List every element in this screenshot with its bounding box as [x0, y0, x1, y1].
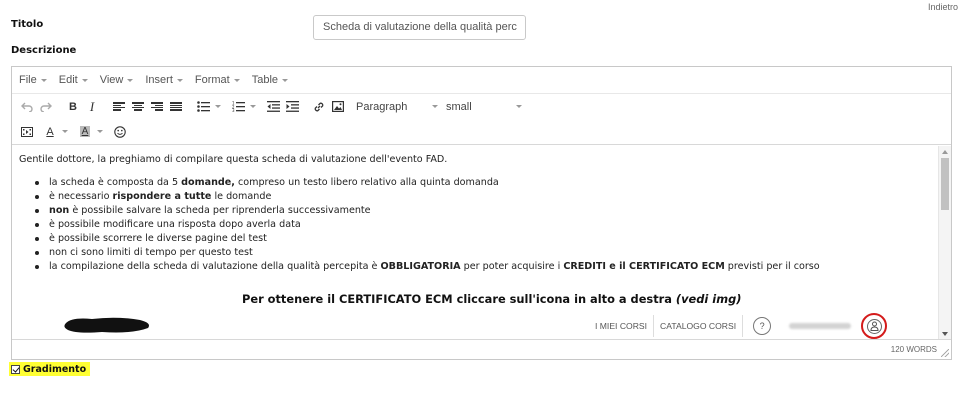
certificate-instruction: Per ottenere il CERTIFICATO ECM cliccare… [242, 292, 742, 306]
content-scrollbar[interactable] [938, 146, 951, 340]
block-format-value: Paragraph [356, 100, 408, 113]
list-item: la compilazione della scheda di valutazi… [35, 260, 820, 274]
list-item: non ci sono limiti di tempo per questo t… [35, 246, 820, 260]
help-icon: ? [753, 317, 772, 335]
list-item: è possibile scorrere le diverse pagine d… [35, 232, 820, 246]
menu-table[interactable]: Table [251, 74, 289, 86]
scroll-thumb[interactable] [941, 158, 949, 210]
image-nav-my-courses: I MIEI CORSI [589, 315, 655, 337]
bullet-list-dropdown[interactable] [194, 98, 225, 116]
font-size-value: small [446, 100, 472, 113]
menu-view-label: View [99, 74, 124, 86]
menu-file[interactable]: File [19, 74, 47, 86]
indent-icon[interactable] [283, 98, 301, 116]
image-nav-bar: I MIEI CORSI CATALOGO CORSI ? [589, 313, 888, 339]
intro-text: Gentile dottore, la preghiamo di compila… [19, 154, 448, 165]
embedded-screenshot-image: I MIEI CORSI CATALOGO CORSI ? [52, 311, 939, 340]
italic-icon[interactable]: I [83, 98, 101, 116]
media-icon[interactable] [18, 123, 36, 141]
text-color-dropdown[interactable]: A [41, 123, 72, 141]
list-item: non è possibile salvare la scheda per ri… [35, 204, 820, 218]
chevron-down-icon [250, 105, 256, 108]
scroll-up-icon[interactable] [942, 150, 948, 154]
editor-toolbar-secondary: A A [12, 119, 951, 145]
bullet-list-icon [194, 98, 212, 116]
title-input[interactable]: Scheda di valutazione della qualità perc [313, 15, 526, 40]
user-icon [866, 318, 882, 334]
gradimento-checkbox[interactable] [11, 364, 20, 374]
align-right-icon[interactable] [148, 98, 166, 116]
gradimento-label: Gradimento [23, 363, 87, 375]
redo-icon[interactable] [37, 98, 55, 116]
background-color-icon: A [79, 126, 91, 137]
redacted-logo [64, 317, 149, 333]
gradimento-checkbox-row[interactable]: Gradimento [9, 362, 91, 376]
editor-toolbar: B I 123 Paragraph small [12, 93, 951, 119]
menu-table-label: Table [251, 74, 279, 86]
description-label: Descrizione [11, 45, 77, 56]
menu-format-label: Format [194, 74, 230, 86]
image-nav-catalog: CATALOGO CORSI [654, 315, 744, 337]
block-format-select[interactable]: Paragraph [356, 101, 446, 113]
back-link[interactable]: Indietro [928, 2, 958, 12]
list-item: è necessario rispondere a tutte le doman… [35, 190, 820, 204]
menu-insert[interactable]: Insert [145, 74, 183, 86]
chevron-down-icon [215, 105, 221, 108]
menu-view[interactable]: View [100, 74, 134, 86]
undo-icon[interactable] [18, 98, 36, 116]
numbered-list-icon: 123 [229, 98, 247, 116]
word-count: 120 WORDS [890, 345, 937, 354]
svg-text:3: 3 [232, 108, 235, 112]
instructions-list: la scheda è composta da 5 domande, compr… [35, 176, 820, 274]
menu-edit-label: Edit [58, 74, 78, 86]
chevron-down-icon [432, 105, 438, 108]
editor-content[interactable]: Gentile dottore, la preghiamo di compila… [12, 146, 939, 340]
title-label: Titolo [11, 19, 44, 30]
text-color-icon: A [46, 125, 54, 138]
chevron-down-icon [62, 130, 68, 133]
align-justify-icon[interactable] [167, 98, 185, 116]
align-left-icon[interactable] [110, 98, 128, 116]
chevron-down-icon [40, 78, 47, 82]
menu-format[interactable]: Format [195, 74, 240, 86]
editor-menubar: File Edit View Insert Format Table [12, 67, 951, 93]
editor-statusbar: 120 WORDS [12, 339, 951, 359]
scroll-down-icon[interactable] [942, 332, 948, 336]
font-size-select[interactable]: small [446, 101, 526, 113]
chevron-down-icon [282, 78, 289, 82]
menu-edit[interactable]: Edit [59, 74, 88, 86]
emoticon-icon[interactable] [111, 123, 129, 141]
chevron-down-icon [176, 78, 183, 82]
chevron-down-icon [233, 78, 240, 82]
highlighted-user-icon [861, 313, 888, 339]
chevron-down-icon [97, 130, 103, 133]
list-item: è possibile modificare una risposta dopo… [35, 218, 820, 232]
list-item: la scheda è composta da 5 domande, compr… [35, 176, 820, 190]
align-center-icon[interactable] [129, 98, 147, 116]
menu-file-label: File [19, 74, 37, 86]
blurred-username [789, 323, 852, 329]
bold-icon[interactable]: B [64, 98, 82, 116]
image-icon[interactable] [329, 98, 347, 116]
chevron-down-icon [127, 78, 134, 82]
numbered-list-dropdown[interactable]: 123 [229, 98, 260, 116]
menu-insert-label: Insert [145, 74, 173, 86]
link-icon[interactable] [310, 98, 328, 116]
chevron-down-icon [516, 105, 522, 108]
outdent-icon[interactable] [264, 98, 282, 116]
background-color-dropdown[interactable]: A [76, 123, 107, 141]
rich-text-editor: File Edit View Insert Format Table B I 1… [11, 66, 952, 360]
chevron-down-icon [81, 78, 88, 82]
resize-handle-icon[interactable] [941, 349, 949, 357]
